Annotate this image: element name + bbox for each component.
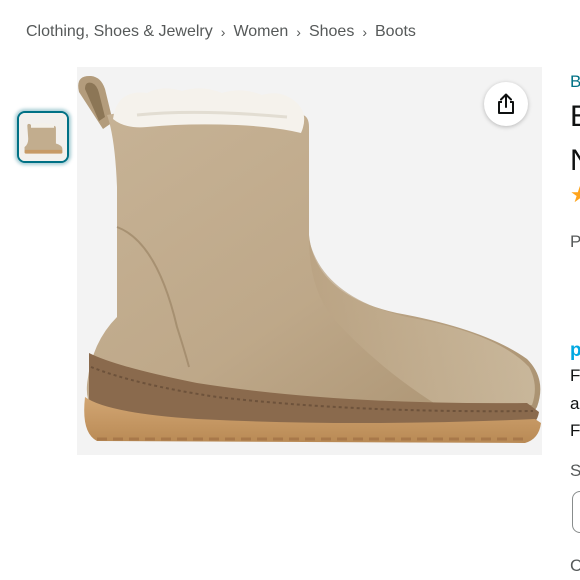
share-icon (498, 93, 514, 114)
price-label: P (570, 232, 580, 251)
size-label: S (570, 461, 580, 480)
delivery-line-3: F (570, 421, 580, 440)
delivery-line-1: F (570, 366, 580, 385)
share-button[interactable] (484, 82, 528, 126)
boot-image (77, 67, 542, 455)
breadcrumb-women[interactable]: Women (233, 23, 288, 41)
breadcrumb-separator: › (296, 24, 301, 40)
product-title-line-2: N (570, 144, 580, 178)
brand-link[interactable]: B (570, 72, 580, 92)
breadcrumb-separator: › (220, 24, 226, 40)
breadcrumb-separator: › (362, 24, 367, 40)
rating-star-icon[interactable]: ★ (570, 182, 580, 208)
boot-thumbnail-image (19, 113, 67, 161)
product-thumbnail[interactable] (17, 111, 69, 163)
size-select[interactable] (572, 491, 580, 533)
breadcrumb-boots[interactable]: Boots (375, 23, 416, 41)
product-title: E (570, 100, 580, 134)
product-main-image[interactable] (77, 67, 542, 455)
product-details-column: B E N ★ P p F a F S C (568, 0, 580, 580)
color-label: C (570, 556, 580, 575)
breadcrumb-shoes[interactable]: Shoes (309, 23, 354, 41)
breadcrumb-clothing-shoes-jewelry[interactable]: Clothing, Shoes & Jewelry (26, 23, 213, 41)
delivery-line-2: a (570, 394, 580, 413)
prime-badge: p (570, 340, 580, 361)
breadcrumb: Clothing, Shoes & Jewelry › Women › Shoe… (26, 22, 416, 42)
